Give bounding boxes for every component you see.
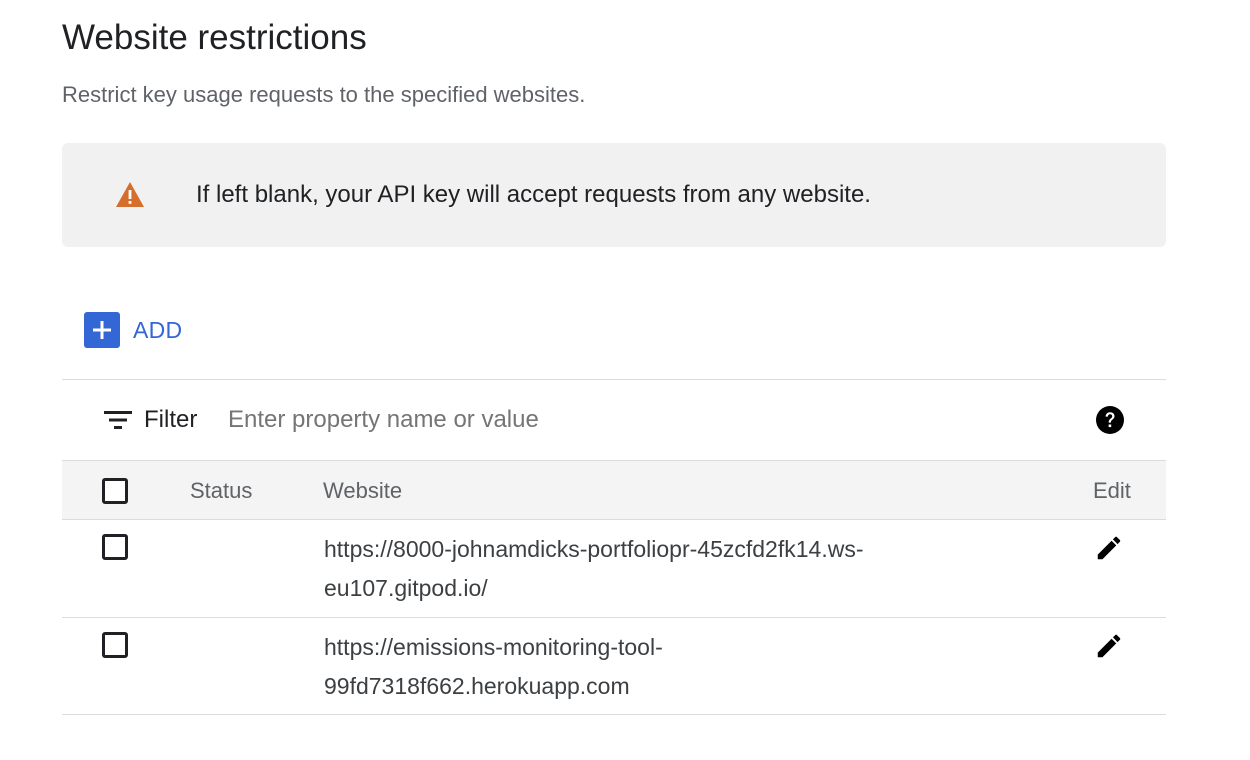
- row-website-line: https://8000-johnamdicks-portfoliopr-45z…: [324, 536, 864, 562]
- website-restrictions-panel: Website restrictions Restrict key usage …: [0, 0, 1250, 760]
- edit-icon[interactable]: [1094, 533, 1124, 568]
- filter-label: Filter: [144, 406, 198, 433]
- row-checkbox[interactable]: [102, 632, 128, 658]
- row-checkbox[interactable]: [102, 534, 128, 560]
- column-header-edit: Edit: [1093, 478, 1131, 503]
- warning-text: If left blank, your API key will accept …: [196, 181, 871, 208]
- filter-icon: [104, 408, 132, 437]
- warning-icon: [115, 181, 145, 213]
- row-website-line: 99fd7318f662.herokuapp.com: [324, 673, 630, 699]
- table-row: https://emissions-monitoring-tool- 99fd7…: [62, 618, 1166, 715]
- plus-icon: [84, 312, 120, 348]
- divider: [62, 714, 1166, 715]
- column-header-status: Status: [190, 478, 253, 503]
- table-row: https://8000-johnamdicks-portfoliopr-45z…: [62, 520, 1166, 617]
- edit-icon[interactable]: [1094, 631, 1124, 666]
- select-all-checkbox[interactable]: [102, 478, 128, 504]
- filter-input[interactable]: [228, 400, 1048, 440]
- row-website-line: eu107.gitpod.io/: [324, 575, 488, 601]
- table-header: Status Website Edit: [62, 461, 1166, 519]
- column-header-website: Website: [323, 478, 403, 503]
- filter-bar: Filter: [62, 380, 1166, 460]
- add-website-button[interactable]: ADD: [84, 312, 182, 348]
- row-website: https://emissions-monitoring-tool- 99fd7…: [324, 628, 1004, 706]
- row-website-line: https://emissions-monitoring-tool-: [324, 634, 663, 660]
- row-website: https://8000-johnamdicks-portfoliopr-45z…: [324, 530, 1004, 608]
- add-button-label: ADD: [133, 316, 183, 343]
- help-icon[interactable]: [1095, 405, 1125, 440]
- warning-notice: If left blank, your API key will accept …: [62, 143, 1166, 247]
- section-title: Website restrictions: [62, 18, 367, 57]
- section-subtitle: Restrict key usage requests to the speci…: [62, 82, 586, 107]
